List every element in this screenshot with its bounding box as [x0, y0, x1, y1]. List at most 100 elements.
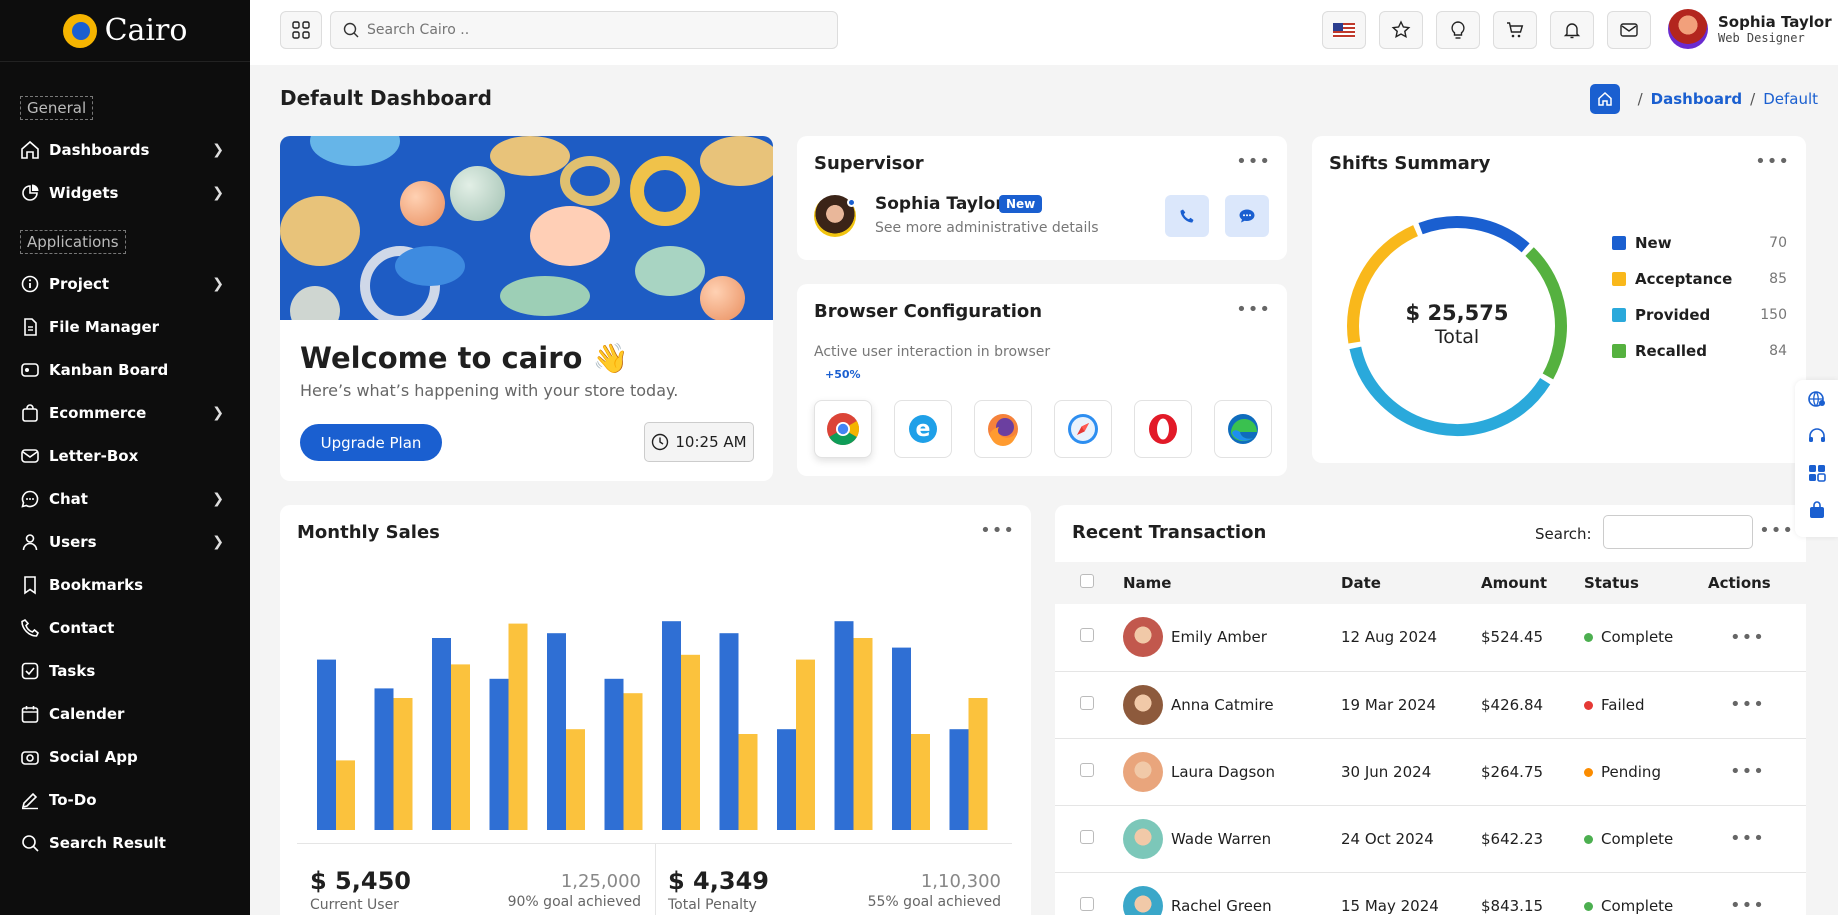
bar-series1-9[interactable]: [777, 729, 796, 830]
bar-series1-1[interactable]: [317, 659, 336, 830]
sidebar-item-to-do[interactable]: To-Do: [0, 778, 250, 821]
bar-series2-12[interactable]: [968, 698, 988, 830]
bar-series2-5[interactable]: [566, 729, 585, 830]
bar-series2-6[interactable]: [623, 693, 643, 830]
donut-segment-new[interactable]: [1418, 216, 1530, 253]
row-actions-icon[interactable]: •••: [1730, 694, 1765, 715]
legend-item-new[interactable]: New 70: [1612, 234, 1787, 252]
user-profile[interactable]: Sophia Taylor Web Designer: [1668, 9, 1832, 49]
table-row[interactable]: Rachel Green 15 May 2024 $843.15 Complete ••…: [1055, 872, 1806, 915]
sidebar-item-contact[interactable]: Contact: [0, 606, 250, 649]
more-options-icon[interactable]: •••: [1759, 522, 1794, 540]
bar-series1-12[interactable]: [949, 729, 969, 830]
sidebar-item-project[interactable]: Project ❯: [0, 262, 250, 305]
bar-series2-1[interactable]: [336, 760, 355, 830]
sidebar-item-widgets[interactable]: Widgets ❯: [0, 171, 250, 214]
bar-series1-3[interactable]: [432, 638, 451, 830]
language-tool-button[interactable]: [1795, 380, 1838, 417]
sidebar-item-file-manager[interactable]: File Manager: [0, 305, 250, 348]
bar-series2-3[interactable]: [451, 664, 470, 830]
legend-item-recalled[interactable]: Recalled 84: [1612, 342, 1787, 360]
bar-series2-4[interactable]: [508, 623, 528, 830]
call-button[interactable]: [1165, 195, 1209, 237]
internet-explorer-tile[interactable]: e: [894, 400, 952, 458]
message-button[interactable]: [1225, 195, 1269, 237]
row-actions-icon[interactable]: •••: [1730, 761, 1765, 782]
row-checkbox[interactable]: [1080, 695, 1094, 710]
edge-tile[interactable]: [1214, 400, 1272, 458]
layout-tool-button[interactable]: [1795, 454, 1838, 491]
bar-series1-8[interactable]: [719, 633, 739, 830]
more-options-icon[interactable]: •••: [1755, 153, 1790, 171]
support-tool-button[interactable]: [1795, 417, 1838, 454]
table-row[interactable]: Laura Dagson 30 Jun 2024 $264.75 Pending •••: [1055, 738, 1806, 805]
upgrade-plan-button[interactable]: Upgrade Plan: [300, 424, 442, 461]
column-name[interactable]: Name: [1123, 562, 1341, 604]
bar-series2-2[interactable]: [393, 698, 413, 830]
column-date[interactable]: Date: [1341, 562, 1481, 604]
cart-button[interactable]: [1493, 11, 1537, 49]
sidebar-item-dashboards[interactable]: Dashboards ❯: [0, 128, 250, 171]
column-amount[interactable]: Amount: [1481, 562, 1584, 604]
row-actions-icon[interactable]: •••: [1730, 828, 1765, 849]
row-checkbox[interactable]: [1080, 628, 1094, 643]
more-options-icon[interactable]: •••: [1236, 301, 1271, 319]
table-search-input[interactable]: [1603, 515, 1753, 549]
table-row[interactable]: Anna Catmire 19 Mar 2024 $426.84 Failed •••: [1055, 671, 1806, 738]
sidebar-item-users[interactable]: Users ❯: [0, 520, 250, 563]
bar-series1-7[interactable]: [662, 621, 681, 830]
legend-item-provided[interactable]: Provided 150: [1612, 306, 1787, 324]
bar-series1-11[interactable]: [892, 647, 911, 830]
select-all-checkbox[interactable]: [1080, 574, 1094, 588]
breadcrumb-dashboard[interactable]: Dashboard: [1651, 90, 1742, 108]
safari-tile[interactable]: [1054, 400, 1112, 458]
bar-series2-9[interactable]: [796, 659, 815, 830]
bar-series2-10[interactable]: [853, 638, 873, 830]
sidebar-item-kanban-board[interactable]: Kanban Board: [0, 348, 250, 391]
row-actions-icon[interactable]: •••: [1730, 895, 1765, 915]
row-checkbox[interactable]: [1080, 896, 1094, 911]
row-checkbox[interactable]: [1080, 829, 1094, 844]
bar-series1-6[interactable]: [604, 678, 624, 830]
favorites-button[interactable]: [1379, 11, 1423, 49]
brand-logo[interactable]: Cairo: [0, 0, 250, 62]
sidebar-item-chat[interactable]: Chat ❯: [0, 477, 250, 520]
sidebar-item-social-app[interactable]: Social App: [0, 735, 250, 778]
legend-item-acceptance[interactable]: Acceptance 85: [1612, 270, 1787, 288]
bar-series1-5[interactable]: [547, 633, 566, 830]
sidebar-item-letter-box[interactable]: Letter-Box: [0, 434, 250, 477]
donut-segment-recalled[interactable]: [1525, 247, 1567, 380]
bar-series1-4[interactable]: [489, 678, 509, 830]
sidebar-item-ecommerce[interactable]: Ecommerce ❯: [0, 391, 250, 434]
bar-series2-7[interactable]: [681, 654, 700, 830]
notifications-button[interactable]: [1550, 11, 1594, 49]
apps-grid-button[interactable]: [280, 11, 322, 49]
search-input[interactable]: [367, 22, 807, 38]
sidebar-item-bookmarks[interactable]: Bookmarks: [0, 563, 250, 606]
sidebar-item-tasks[interactable]: Tasks: [0, 649, 250, 692]
sidebar-item-calender[interactable]: Calender: [0, 692, 250, 735]
table-row[interactable]: Wade Warren 24 Oct 2024 $642.23 Complete •••: [1055, 805, 1806, 872]
column-status[interactable]: Status: [1584, 562, 1708, 604]
more-options-icon[interactable]: •••: [980, 522, 1015, 540]
bar-series2-8[interactable]: [738, 734, 758, 830]
firefox-tile[interactable]: [974, 400, 1032, 458]
time-badge[interactable]: 10:25 AM: [644, 422, 754, 462]
shop-tool-button[interactable]: [1795, 491, 1838, 528]
messages-button[interactable]: [1607, 11, 1651, 49]
table-row[interactable]: Emily Amber 12 Aug 2024 $524.45 Complete •••: [1055, 604, 1806, 671]
language-button[interactable]: [1322, 11, 1366, 49]
breadcrumb-home-button[interactable]: [1589, 84, 1620, 114]
opera-tile[interactable]: [1134, 400, 1192, 458]
chrome-tile[interactable]: [814, 400, 872, 458]
donut-segment-acceptance[interactable]: [1347, 225, 1419, 344]
search-box[interactable]: [330, 11, 838, 49]
row-actions-icon[interactable]: •••: [1730, 627, 1765, 648]
bar-series1-10[interactable]: [834, 621, 854, 830]
bar-series2-11[interactable]: [911, 734, 930, 830]
sidebar-item-search-result[interactable]: Search Result: [0, 821, 250, 864]
row-checkbox[interactable]: [1080, 762, 1094, 777]
theme-button[interactable]: [1436, 11, 1480, 49]
donut-segment-provided[interactable]: [1349, 346, 1551, 436]
bar-series1-2[interactable]: [374, 688, 394, 830]
